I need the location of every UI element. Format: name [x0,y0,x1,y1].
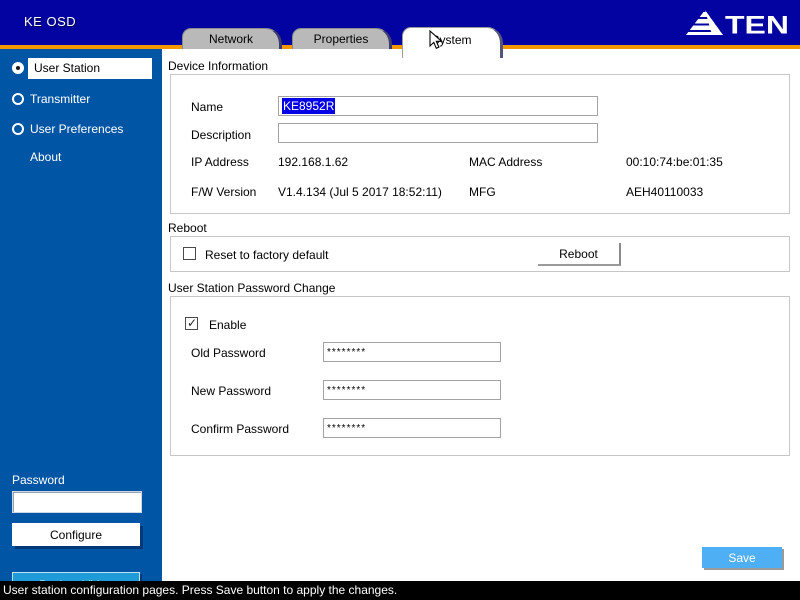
ke-osd-window: KE OSD TEN Network Properties System Use… [0,0,800,600]
fw-version-label: F/W Version [191,185,257,199]
save-button[interactable]: Save [702,547,782,568]
header: KE OSD TEN [0,0,800,45]
password-change-group: Enable Old Password ******** New Passwor… [170,296,790,456]
sidebar-item-user-station[interactable]: User Station [0,58,162,79]
sidebar-item-user-preferences[interactable]: User Preferences [0,119,162,140]
new-password-label: New Password [191,384,272,398]
radio-unchecked-icon[interactable] [12,93,24,105]
device-info-group: Name KE8952R Description IP Address 192.… [170,74,790,214]
new-password-input[interactable]: ******** [323,380,501,400]
name-label: Name [191,100,224,114]
confirm-password-input[interactable]: ******** [323,418,501,438]
sidebar-password-label: Password [12,473,65,487]
reboot-title: Reboot [168,221,207,235]
reset-factory-label: Reset to factory default [205,248,329,262]
mac-address-label: MAC Address [469,155,543,169]
reboot-group: Reset to factory default Reboot [170,236,790,272]
password-change-title: User Station Password Change [168,281,336,295]
name-input[interactable]: KE8952R [278,96,598,116]
sidebar-item-transmitter[interactable]: Transmitter [0,89,162,110]
enable-label: Enable [209,318,247,332]
device-info-title: Device Information [168,59,269,73]
sidebar: User Station Transmitter User Preference… [0,49,162,597]
reset-factory-checkbox[interactable] [183,247,196,260]
description-label: Description [191,128,252,142]
svg-text:TEN: TEN [725,12,789,40]
sidebar-item-label[interactable]: Transmitter [30,92,90,106]
radio-checked-icon[interactable] [12,62,24,74]
mac-address-value: 00:10:74:be:01:35 [626,155,723,169]
mfg-label: MFG [469,185,496,199]
status-text: User station configuration pages. Press … [3,583,398,597]
tab-system[interactable]: System [402,27,503,58]
reboot-button[interactable]: Reboot [538,243,621,266]
ip-address-value: 192.168.1.62 [278,155,349,169]
description-input[interactable] [278,123,598,143]
configure-button[interactable]: Configure [12,523,140,546]
sidebar-item-label[interactable]: User Preferences [30,122,123,136]
old-password-input[interactable]: ******** [323,342,501,362]
name-value-selected: KE8952R [282,98,336,114]
fw-version-value: V1.4.134 (Jul 5 2017 18:52:11) [278,185,442,199]
status-bar: User station configuration pages. Press … [0,581,800,600]
sidebar-item-about[interactable]: About [0,147,162,168]
aten-logo: TEN [683,7,795,40]
old-password-label: Old Password [191,346,266,360]
sidebar-item-label[interactable]: About [30,150,61,164]
tab-properties[interactable]: Properties [292,28,392,49]
confirm-password-label: Confirm Password [191,422,290,436]
radio-unchecked-icon[interactable] [12,123,24,135]
mfg-value: AEH40110033 [626,185,704,199]
ip-address-label: IP Address [191,155,249,169]
sidebar-password-input[interactable] [12,491,142,513]
enable-checkbox[interactable] [185,316,198,330]
tab-network[interactable]: Network [182,28,282,49]
app-title: KE OSD [24,14,77,29]
sidebar-item-label[interactable]: User Station [28,58,152,79]
